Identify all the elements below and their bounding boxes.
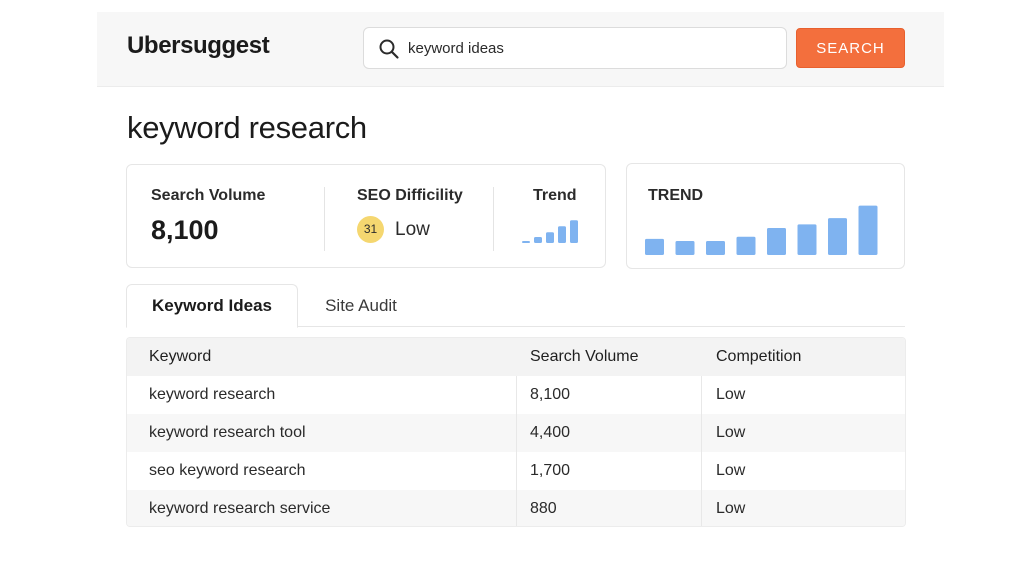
mini-trend-chart [522, 220, 578, 243]
keyword-cell[interactable]: keyword research tool [149, 414, 306, 452]
trend-bar-chart [645, 205, 878, 255]
trend-bar [736, 236, 756, 255]
trend-bar [706, 240, 725, 255]
seo-difficulty-level: Low [395, 219, 430, 240]
competition-cell: Low [716, 462, 746, 479]
tab-keyword-ideas[interactable]: Keyword Ideas [126, 284, 298, 328]
trend-bar [570, 220, 578, 243]
trend-bar [675, 240, 695, 255]
column-divider [516, 376, 517, 526]
column-header-keyword[interactable]: Keyword [149, 338, 211, 376]
trend-bar [534, 237, 542, 243]
logo[interactable]: Ubersuggest [127, 32, 270, 60]
search-box[interactable] [363, 27, 787, 69]
search-volume-label: Search Volume [151, 187, 266, 204]
table-header-row: Keyword Search Volume Competition [127, 338, 905, 376]
trend-bar [828, 218, 847, 255]
trend-bar [546, 232, 554, 243]
search-input[interactable] [408, 34, 768, 62]
search-volume-cell: 880 [530, 500, 557, 517]
metrics-card: Search Volume 8,100 SEO Difficility 31 L… [126, 164, 606, 268]
search-volume-cell: 8,100 [530, 386, 571, 403]
competition-cell: Low [716, 424, 746, 441]
search-volume-value: 8,100 [151, 215, 219, 245]
app-window: Ubersuggest SEARCH keyword research Sear… [97, 12, 944, 552]
search-volume-cell: 4,400 [530, 424, 571, 441]
column-divider [701, 376, 702, 526]
trend-bar [767, 227, 786, 255]
divider [493, 187, 494, 251]
search-icon [378, 38, 400, 60]
trend-bar [645, 238, 664, 255]
keyword-cell[interactable]: seo keyword research [149, 452, 306, 490]
competition-cell: Low [716, 500, 746, 517]
seo-difficulty-label: SEO Difficility [357, 187, 463, 204]
tab-bar: Keyword Ideas Site Audit [126, 284, 905, 328]
trend-bar [558, 226, 566, 243]
keyword-table: Keyword Search Volume Competition keywor… [126, 337, 906, 527]
trend-bar [858, 205, 878, 255]
competition-cell: Low [716, 386, 746, 403]
trend-bar [797, 224, 817, 255]
seo-difficulty-score-badge: 31 [357, 216, 384, 243]
column-header-search-volume[interactable]: Search Volume [530, 338, 639, 376]
header: Ubersuggest SEARCH [97, 12, 944, 87]
trend-bar [522, 241, 530, 243]
keyword-cell[interactable]: keyword research service [149, 490, 330, 526]
column-header-competition[interactable]: Competition [716, 338, 801, 376]
search-button[interactable]: SEARCH [796, 28, 905, 68]
page-title: keyword research [127, 110, 367, 145]
tab-site-audit[interactable]: Site Audit [298, 284, 424, 327]
trend-label: Trend [533, 187, 577, 204]
keyword-cell[interactable]: keyword research [149, 376, 275, 414]
search-volume-cell: 1,700 [530, 462, 571, 479]
divider [324, 187, 325, 251]
trend-card: TREND [626, 163, 905, 269]
